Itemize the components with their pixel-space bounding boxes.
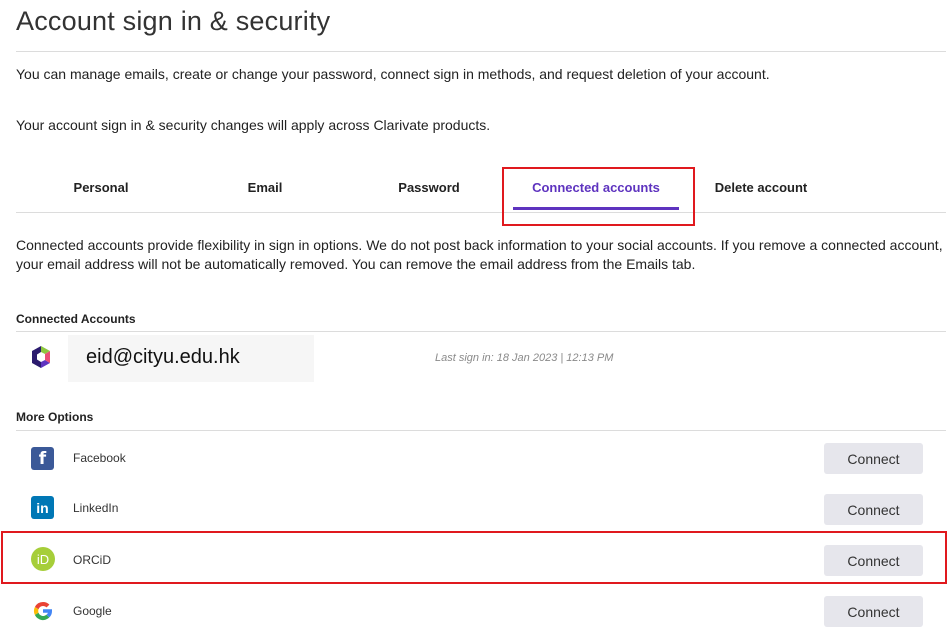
- connect-linkedin-button[interactable]: Connect: [824, 494, 923, 525]
- page-title: Account sign in & security: [16, 6, 331, 36]
- tab-password[interactable]: Password: [364, 180, 494, 195]
- list-item-google: Google Connect: [16, 596, 946, 629]
- connect-orcid-button[interactable]: Connect: [824, 545, 923, 576]
- list-item-facebook: f Facebook Connect: [16, 443, 946, 476]
- connected-accounts-heading: Connected Accounts: [16, 312, 136, 326]
- more-options-heading: More Options: [16, 410, 94, 424]
- tab-bar: Personal Email Password Connected accoun…: [16, 168, 946, 212]
- tab-highlight-box: [502, 167, 695, 226]
- connected-account-email: eid@cityu.edu.hk: [86, 346, 240, 368]
- google-icon: [30, 598, 56, 624]
- option-label: Facebook: [73, 451, 126, 465]
- tab-divider: [16, 212, 946, 213]
- connected-divider: [16, 331, 946, 332]
- orcid-icon: iD: [31, 547, 55, 571]
- intro-note: Your account sign in & security changes …: [16, 117, 491, 133]
- tab-email[interactable]: Email: [200, 180, 330, 195]
- tab-delete-account[interactable]: Delete account: [696, 180, 826, 195]
- option-label: Google: [73, 604, 112, 618]
- connect-facebook-button[interactable]: Connect: [824, 443, 923, 474]
- intro-text: You can manage emails, create or change …: [16, 66, 770, 82]
- list-item-linkedin: in LinkedIn Connect: [16, 493, 946, 526]
- tab-personal[interactable]: Personal: [36, 180, 166, 195]
- connected-account-email-box: eid@cityu.edu.hk: [68, 335, 314, 382]
- option-label: ORCiD: [73, 553, 111, 567]
- option-label: LinkedIn: [73, 501, 119, 515]
- linkedin-icon: in: [31, 496, 54, 519]
- more-options-divider: [16, 430, 946, 431]
- last-sign-in: Last sign in: 18 Jan 2023 | 12:13 PM: [435, 352, 614, 364]
- connect-google-button[interactable]: Connect: [824, 596, 923, 627]
- clarivate-logo-icon: [28, 344, 54, 370]
- connected-description: Connected accounts provide flexibility i…: [16, 237, 943, 272]
- list-item-orcid: iD ORCiD Connect: [16, 544, 946, 577]
- facebook-icon: f: [31, 447, 54, 470]
- title-divider: [16, 51, 946, 52]
